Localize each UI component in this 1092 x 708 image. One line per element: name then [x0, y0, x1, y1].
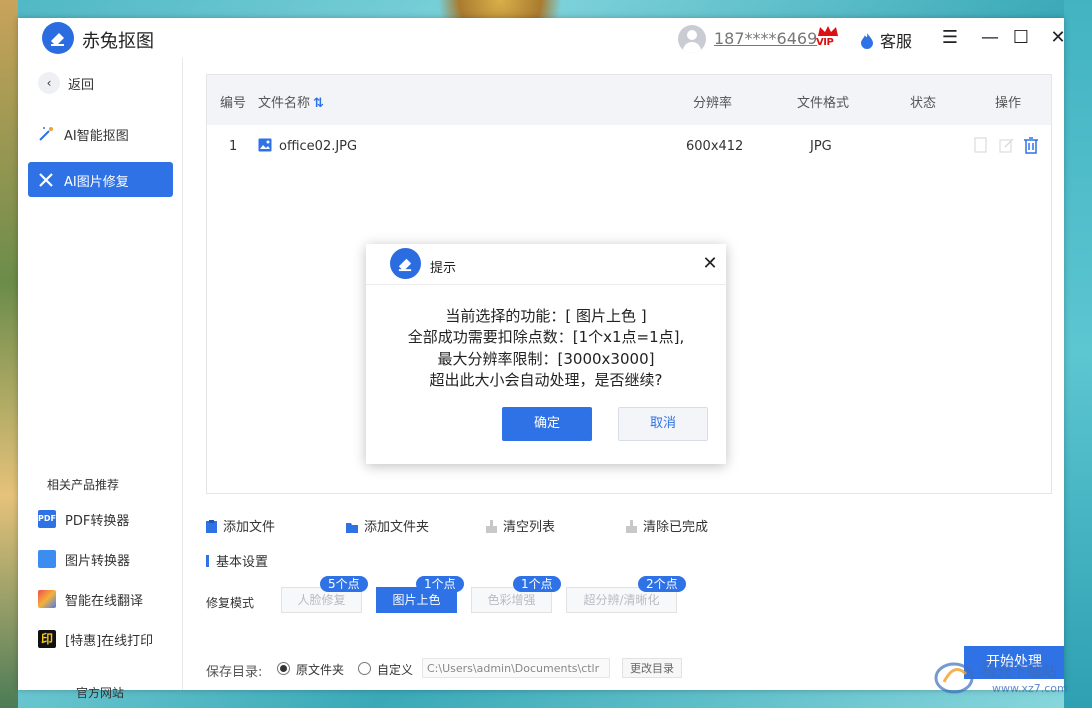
folder-icon: [346, 523, 358, 533]
add-folder-button[interactable]: 添加文件夹: [346, 516, 429, 535]
table-header: 编号 文件名称 ⇅ 分辨率 文件格式 状态 操作: [207, 75, 1051, 125]
chevron-left-icon: ‹: [38, 72, 60, 94]
watermark-url: www.xz7.com: [992, 682, 1068, 695]
prompt-dialog: 提示 ✕ 当前选择的功能：[ 图片上色 ] 全部成功需要扣除点数：[1个x1点=…: [366, 244, 726, 464]
broom-icon: [626, 520, 637, 533]
title-bar: 赤兔抠图 187****6469 VIP 客服 ☰ — ☐ ✕: [18, 18, 1066, 58]
column-name[interactable]: 文件名称 ⇅: [258, 92, 324, 111]
dialog-message-line: 当前选择的功能：[ 图片上色 ]: [445, 307, 647, 325]
dialog-header: 提示 ✕: [366, 244, 726, 285]
dialog-ok-button[interactable]: 确定: [502, 407, 592, 441]
open-file-icon[interactable]: [973, 137, 989, 153]
column-actions: 操作: [995, 96, 1022, 111]
column-resolution: 分辨率: [693, 96, 733, 111]
tools-icon: [39, 173, 53, 187]
clear-done-button[interactable]: 清除已完成: [626, 516, 708, 535]
app-title: 赤兔抠图: [82, 31, 154, 52]
avatar[interactable]: [678, 25, 706, 53]
dialog-message-line: 最大分辨率限制：[3000x3000]: [437, 350, 655, 368]
points-badge: 1个点: [416, 576, 464, 592]
broom-icon: [486, 520, 497, 533]
sidebar-item-ai-cutout[interactable]: AI智能抠图: [28, 116, 173, 151]
dialog-message-line: 全部成功需要扣除点数：[1个x1点=1点],: [407, 328, 685, 346]
column-no: 编号: [220, 96, 247, 111]
app-logo-icon: [42, 22, 74, 54]
change-dir-button[interactable]: 更改目录: [622, 658, 682, 678]
customer-service-button[interactable]: 客服: [860, 28, 912, 52]
related-products-title: 相关产品推荐: [47, 478, 120, 492]
magic-wand-icon: [39, 127, 53, 141]
desktop-background-right: [1064, 0, 1092, 708]
dialog-message-line: 超出此大小会自动处理，是否继续?: [429, 371, 663, 389]
vip-badge[interactable]: VIP: [816, 25, 840, 51]
watermark-text: 极光下载站: [982, 662, 1058, 680]
translate-icon: [38, 590, 56, 608]
pdf-icon: PDF: [38, 510, 56, 528]
desktop-background-top: [420, 0, 580, 18]
maximize-button[interactable]: ☐: [1011, 28, 1031, 48]
edit-icon[interactable]: [999, 137, 1015, 153]
repair-mode-label: 修复模式: [206, 596, 255, 610]
dialog-close-icon[interactable]: ✕: [700, 254, 720, 274]
app-window: 赤兔抠图 187****6469 VIP 客服 ☰ — ☐ ✕ ‹ 返回 AI智…: [18, 18, 1066, 700]
dialog-title: 提示: [430, 261, 457, 276]
official-site-link[interactable]: 官方网站: [76, 684, 124, 701]
add-file-button[interactable]: 添加文件: [206, 516, 275, 535]
flame-icon: [861, 33, 873, 49]
close-button[interactable]: ✕: [1048, 28, 1068, 48]
points-badge: 1个点: [513, 576, 561, 592]
menu-icon[interactable]: ☰: [940, 28, 960, 48]
add-file-icon: [206, 520, 217, 533]
image-file-icon: [258, 138, 272, 152]
radio-original-folder[interactable]: [277, 662, 290, 675]
dialog-cancel-button[interactable]: 取消: [618, 407, 708, 441]
trash-icon[interactable]: [1023, 137, 1039, 154]
clear-list-button[interactable]: 清空列表: [486, 516, 555, 535]
image-converter-icon: [38, 550, 56, 568]
sidebar: ‹ 返回 AI智能抠图 AI图片修复 相关产品推荐 PDF PDF转换器 图片转…: [18, 58, 183, 700]
points-badge: 5个点: [320, 576, 368, 592]
desktop-background-left: [0, 0, 18, 708]
minimize-button[interactable]: —: [980, 28, 1000, 48]
save-dir-label: 保存目录:: [206, 665, 263, 680]
basic-settings-title: 基本设置: [206, 551, 268, 570]
app-logo-icon: [390, 248, 421, 279]
sidebar-item-ai-repair[interactable]: AI图片修复: [28, 162, 173, 197]
points-badge: 2个点: [638, 576, 686, 592]
radio-custom[interactable]: [358, 662, 371, 675]
sort-icon[interactable]: ⇅: [313, 96, 324, 111]
print-icon: 印: [38, 630, 56, 648]
user-account-link[interactable]: 187****6469: [714, 29, 817, 48]
crown-icon: [818, 26, 838, 36]
save-path-field[interactable]: C:\Users\admin\Documents\ctlr: [422, 658, 610, 678]
column-format: 文件格式: [797, 96, 850, 111]
column-status: 状态: [910, 96, 937, 111]
